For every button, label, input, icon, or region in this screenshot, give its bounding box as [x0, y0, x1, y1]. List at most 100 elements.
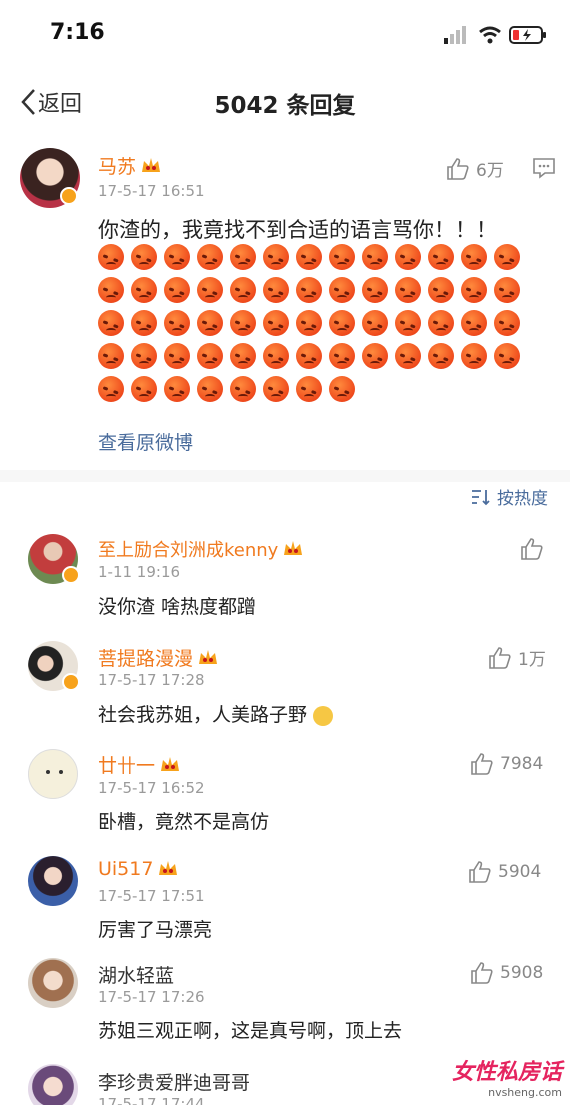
angry-emoji-icon: [362, 310, 388, 336]
like-button[interactable]: 6万: [446, 156, 504, 181]
watermark-logo: 女性私房话: [451, 1060, 562, 1085]
emoji-row: [98, 343, 538, 369]
angry-emoji-icon: [164, 343, 190, 369]
author-name[interactable]: 至上励合刘洲成kenny: [98, 536, 304, 562]
angry-emoji-icon: [362, 244, 388, 270]
angry-emoji-icon: [164, 277, 190, 303]
angry-emoji-icon: [98, 244, 124, 270]
crown-badge-icon: [161, 756, 180, 771]
comment-text: 社会我苏姐，人美路子野: [98, 700, 334, 727]
angry-emoji-icon: [230, 310, 256, 336]
thumbs-up-icon: [489, 646, 511, 669]
angry-emoji-icon: [98, 310, 124, 336]
verified-badge-icon: [62, 673, 80, 691]
like-button[interactable]: [520, 537, 550, 561]
angry-emoji-icon: [296, 277, 322, 303]
comment-time: 17-5-17 17:26: [98, 988, 205, 1006]
crown-badge-icon: [159, 861, 178, 875]
comment-time: 1-11 19:16: [98, 563, 181, 581]
author-name[interactable]: 菩提路漫漫: [98, 644, 219, 671]
avatar[interactable]: [28, 856, 78, 906]
angry-emoji-icon: [263, 376, 289, 402]
smirk-emoji-icon: [313, 705, 334, 726]
angry-emoji-icon: [395, 343, 421, 369]
angry-emoji-icon: [131, 343, 157, 369]
angry-emoji-icon: [98, 376, 124, 402]
status-time: 7:16: [50, 20, 105, 45]
angry-emoji-icon: [197, 343, 223, 369]
like-button[interactable]: 1万: [488, 645, 546, 670]
angry-emoji-icon: [494, 310, 520, 336]
like-button[interactable]: 7984: [470, 752, 543, 776]
angry-emoji-icon: [197, 277, 223, 303]
page-title: 5042 条回复: [214, 93, 356, 119]
angry-emoji-icon: [329, 310, 355, 336]
angry-emoji-icon: [98, 277, 124, 303]
angry-emoji-icon: [362, 277, 388, 303]
watermark-url: nvsheng.com: [488, 1086, 562, 1099]
angry-emoji-icon: [461, 310, 487, 336]
emoji-row: [98, 244, 538, 270]
verified-badge-icon: [60, 187, 78, 205]
author-name[interactable]: 马苏: [98, 152, 162, 179]
post-time: 17-5-17 16:51: [98, 182, 205, 200]
angry-emoji-icon: [131, 376, 157, 402]
angry-emoji-icon: [230, 277, 256, 303]
like-button[interactable]: 5908: [470, 961, 543, 985]
comment-text: 没你渣 啥热度都蹭: [98, 596, 257, 618]
angry-emoji-icon: [428, 310, 454, 336]
comment-time: 17-5-17 17:44: [98, 1095, 205, 1105]
comment-time: 17-5-17 16:52: [98, 779, 205, 797]
thumbs-up-icon: [447, 157, 469, 180]
angry-emoji-icon: [494, 343, 520, 369]
angry-emoji-icon: [164, 244, 190, 270]
angry-emoji-icon: [461, 343, 487, 369]
angry-emoji-icon: [329, 376, 355, 402]
status-icons: [444, 26, 546, 44]
nav-bar: 返回 5042 条回复: [0, 78, 570, 128]
comment-text: 厉害了马漂亮: [98, 919, 213, 941]
angry-emoji-icon: [230, 376, 256, 402]
sort-icon: [472, 489, 490, 505]
crown-badge-icon: [284, 541, 303, 555]
wifi-icon: [479, 26, 501, 44]
avatar[interactable]: [28, 1064, 78, 1105]
emoji-row: [98, 277, 538, 303]
angry-emoji-icon: [131, 277, 157, 303]
view-original-link[interactable]: 查看原微博: [98, 428, 193, 455]
comment-icon[interactable]: [532, 157, 556, 179]
angry-emoji-icon: [263, 343, 289, 369]
angry-emoji-icon: [461, 244, 487, 270]
angry-emoji-icon: [494, 244, 520, 270]
avatar[interactable]: [28, 958, 78, 1008]
avatar[interactable]: [28, 749, 78, 799]
author-name[interactable]: 李珍贵爱胖迪哥哥: [98, 1068, 250, 1095]
angry-emoji-icon: [230, 343, 256, 369]
angry-emoji-icon: [395, 277, 421, 303]
author-name[interactable]: Ui517: [98, 858, 179, 880]
angry-emoji-icon: [395, 244, 421, 270]
angry-emoji-icon: [329, 343, 355, 369]
author-name[interactable]: 廿卄一: [98, 751, 181, 778]
emoji-grid: [98, 244, 538, 409]
angry-emoji-icon: [131, 244, 157, 270]
angry-emoji-icon: [329, 244, 355, 270]
crown-badge-icon: [142, 157, 161, 172]
angry-emoji-icon: [263, 277, 289, 303]
emoji-row: [98, 376, 538, 402]
author-name[interactable]: 湖水轻蓝: [98, 961, 174, 988]
angry-emoji-icon: [296, 376, 322, 402]
angry-emoji-icon: [197, 376, 223, 402]
thumbs-up-icon: [471, 753, 493, 775]
verified-badge-icon: [62, 566, 80, 584]
thumbs-up-icon: [469, 861, 491, 883]
sort-button[interactable]: 按热度: [471, 484, 548, 509]
angry-emoji-icon: [164, 376, 190, 402]
thumbs-up-icon: [521, 538, 543, 560]
section-divider: [0, 470, 570, 482]
angry-emoji-icon: [263, 310, 289, 336]
angry-emoji-icon: [131, 310, 157, 336]
comment-text: 苏姐三观正啊，这是真号啊，顶上去: [98, 1020, 403, 1042]
angry-emoji-icon: [296, 244, 322, 270]
like-button[interactable]: 5904: [468, 860, 541, 884]
